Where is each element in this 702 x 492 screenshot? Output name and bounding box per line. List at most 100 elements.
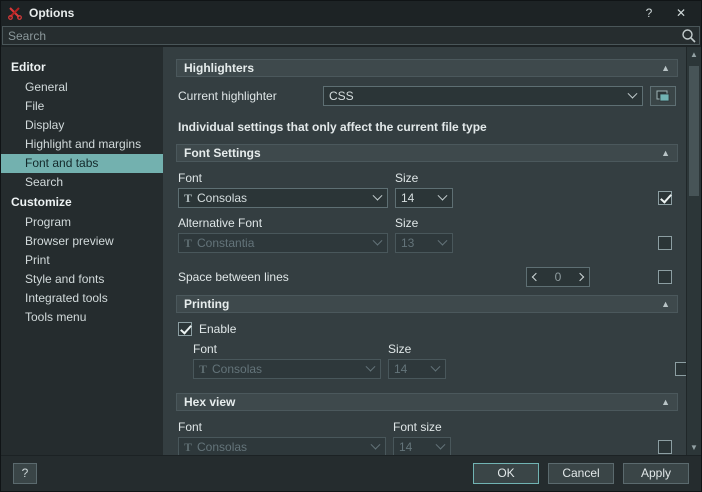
sidebar-item-program[interactable]: Program [1, 213, 163, 232]
apply-button[interactable]: Apply [623, 463, 689, 484]
chevron-down-icon [366, 361, 376, 371]
cancel-button[interactable]: Cancel [548, 463, 614, 484]
collapse-arrow-icon: ▲ [661, 398, 670, 407]
alternative-font-dropdown: T Constantia [178, 233, 388, 253]
scroll-up-icon[interactable]: ▲ [687, 47, 701, 62]
app-icon [7, 5, 23, 21]
section-header-hex-view[interactable]: Hex view ▲ [176, 393, 678, 411]
current-highlighter-value: CSS [329, 89, 354, 103]
vertical-scrollbar[interactable]: ▲ ▼ [686, 47, 701, 455]
printing-size-label: Size [388, 342, 411, 356]
hexview-font-size-value: 14 [399, 440, 412, 454]
collapse-arrow-icon: ▲ [661, 64, 670, 73]
font-value: Consolas [197, 191, 247, 205]
section-title-hex-view: Hex view [184, 395, 235, 409]
chevron-down-icon [438, 190, 448, 200]
alt-size-label: Size [395, 216, 418, 230]
sidebar-item-file[interactable]: File [1, 97, 163, 116]
chevron-down-icon [371, 439, 381, 449]
font-family-icon: T [199, 362, 207, 377]
font-family-icon: T [184, 236, 192, 251]
sidebar-item-general[interactable]: General [1, 78, 163, 97]
hexview-override-checkbox[interactable] [658, 440, 672, 454]
section-header-font-settings[interactable]: Font Settings ▲ [176, 144, 678, 162]
alternative-font-size-dropdown: 13 [395, 233, 453, 253]
size-label: Size [395, 171, 418, 185]
footer-bar: ? OK Cancel Apply [1, 455, 701, 491]
space-between-lines-label: Space between lines [178, 270, 526, 284]
scroll-down-icon[interactable]: ▼ [687, 440, 701, 455]
ok-button[interactable]: OK [473, 463, 539, 484]
collapse-arrow-icon: ▲ [661, 300, 670, 309]
help-button[interactable]: ? [13, 463, 37, 484]
titlebar-help-button[interactable]: ? [635, 3, 663, 23]
alternative-font-value: Constantia [197, 236, 254, 250]
chevron-down-icon [373, 190, 383, 200]
close-button[interactable]: ✕ [667, 3, 695, 23]
chevron-down-icon [373, 235, 383, 245]
line-space-override-checkbox[interactable] [658, 270, 672, 284]
alternative-font-size-value: 13 [401, 236, 414, 250]
sidebar-item-print[interactable]: Print [1, 251, 163, 270]
sidebar-item-highlight-and-margins[interactable]: Highlight and margins [1, 135, 163, 154]
printing-font-dropdown: T Consolas [193, 359, 381, 379]
alt-font-override-checkbox[interactable] [658, 236, 672, 250]
printing-enable-checkbox[interactable] [178, 322, 192, 336]
sidebar-item-display[interactable]: Display [1, 116, 163, 135]
printing-font-value: Consolas [212, 362, 262, 376]
chevron-down-icon [431, 361, 441, 371]
window-title: Options [29, 6, 74, 20]
printing-size-value: 14 [394, 362, 407, 376]
scrollbar-track[interactable] [687, 62, 701, 440]
hexview-font-size-dropdown: 14 [393, 437, 451, 455]
scrollbar-thumb[interactable] [689, 66, 699, 196]
stepper-increment-button[interactable] [571, 268, 589, 286]
search-icon [681, 28, 696, 43]
hexview-font-dropdown: T Consolas [178, 437, 386, 455]
alternative-font-label: Alternative Font [178, 216, 395, 230]
sidebar-item-search[interactable]: Search [1, 173, 163, 192]
sidebar-item-font-and-tabs[interactable]: Font and tabs [1, 154, 163, 173]
sidebar-section-editor: Editor [1, 57, 163, 78]
section-header-highlighters[interactable]: Highlighters ▲ [176, 59, 678, 77]
font-family-icon: T [184, 440, 192, 455]
line-space-value: 0 [545, 270, 571, 284]
line-space-stepper: 0 [526, 267, 590, 287]
title-bar: Options ? ✕ [1, 1, 701, 25]
search-bar [1, 25, 701, 47]
printing-override-checkbox[interactable] [675, 362, 686, 376]
sidebar: Editor General File Display Highlight an… [1, 47, 163, 455]
search-input[interactable] [2, 26, 700, 45]
section-title-highlighters: Highlighters [184, 61, 254, 75]
sidebar-item-tools-menu[interactable]: Tools menu [1, 308, 163, 327]
chevron-down-icon [438, 235, 448, 245]
hexview-font-value: Consolas [197, 440, 247, 454]
printing-font-label: Font [193, 342, 388, 356]
settings-panel: Highlighters ▲ Current highlighter CSS [163, 47, 686, 455]
sidebar-item-browser-preview[interactable]: Browser preview [1, 232, 163, 251]
current-highlighter-label: Current highlighter [178, 89, 323, 103]
font-size-dropdown[interactable]: 14 [395, 188, 453, 208]
edit-highlighter-button[interactable] [650, 86, 676, 106]
palette-icon [656, 90, 670, 102]
section-header-printing[interactable]: Printing ▲ [176, 295, 678, 313]
font-family-icon: T [184, 191, 192, 206]
font-label: Font [178, 171, 395, 185]
sidebar-section-customize: Customize [1, 192, 163, 213]
section-title-font-settings: Font Settings [184, 146, 261, 160]
stepper-decrement-button[interactable] [527, 268, 545, 286]
current-highlighter-dropdown[interactable]: CSS [323, 86, 643, 106]
section-title-printing: Printing [184, 297, 229, 311]
font-override-checkbox[interactable] [658, 191, 672, 205]
sidebar-item-style-and-fonts[interactable]: Style and fonts [1, 270, 163, 289]
options-window: Options ? ✕ Editor General File Display … [0, 0, 702, 492]
hexview-font-label: Font [178, 420, 393, 434]
sidebar-item-integrated-tools[interactable]: Integrated tools [1, 289, 163, 308]
chevron-right-icon [576, 273, 584, 281]
font-dropdown[interactable]: T Consolas [178, 188, 388, 208]
chevron-down-icon [436, 439, 446, 449]
individual-settings-note: Individual settings that only affect the… [178, 120, 676, 134]
hexview-font-size-label: Font size [393, 420, 442, 434]
printing-size-dropdown: 14 [388, 359, 446, 379]
font-size-value: 14 [401, 191, 414, 205]
